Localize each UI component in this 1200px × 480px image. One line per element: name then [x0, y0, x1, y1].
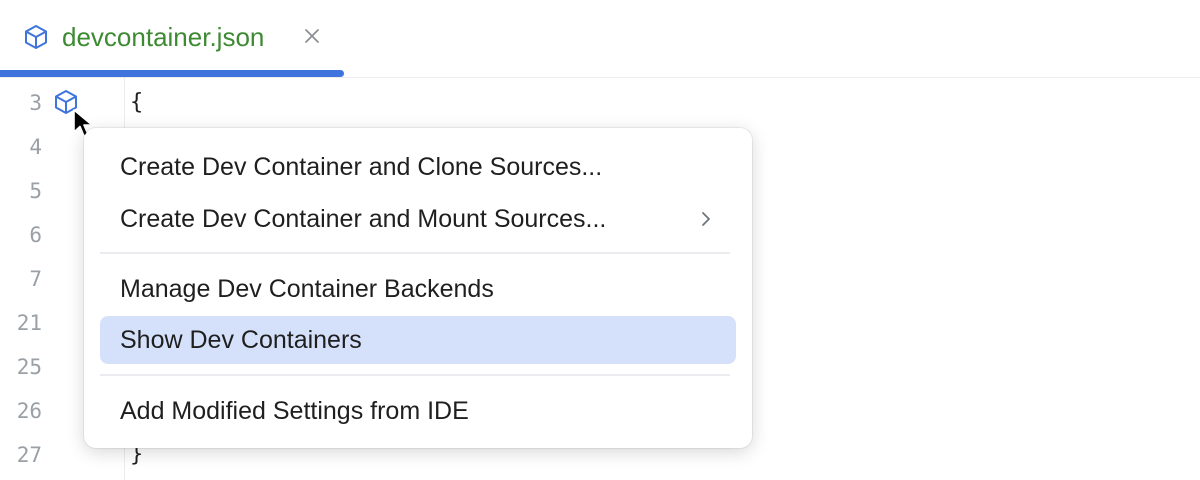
line-number: 21: [16, 311, 42, 335]
active-tab-indicator: [0, 70, 344, 77]
menu-item-label: Show Dev Containers: [120, 326, 362, 354]
line-number: 7: [29, 267, 42, 291]
menu-item-show-dev-containers[interactable]: Show Dev Containers: [100, 316, 736, 364]
line-number: 26: [16, 399, 42, 423]
line-number: 27: [16, 443, 42, 467]
line-number: 5: [29, 179, 42, 203]
ide-window: devcontainer.json 3 4 5 6 7 21 25 26 27: [0, 0, 1200, 480]
tab-devcontainer-json[interactable]: devcontainer.json: [0, 0, 344, 78]
menu-item-create-mount-sources[interactable]: Create Dev Container and Mount Sources..…: [100, 195, 736, 243]
line-number: 6: [29, 223, 42, 247]
line-number: 4: [29, 135, 42, 159]
dev-container-popup-menu: Create Dev Container and Clone Sources..…: [84, 128, 752, 448]
menu-item-label: Manage Dev Container Backends: [120, 275, 494, 303]
cube-icon: [25, 25, 47, 49]
menu-item-manage-backends[interactable]: Manage Dev Container Backends: [100, 265, 736, 313]
close-icon[interactable]: [300, 24, 324, 48]
editor-tab-bar: devcontainer.json: [0, 0, 1200, 78]
menu-separator: [100, 374, 730, 376]
menu-item-add-modified-settings[interactable]: Add Modified Settings from IDE: [100, 387, 736, 435]
menu-item-label: Create Dev Container and Mount Sources..…: [120, 205, 607, 233]
line-number: 3: [29, 91, 42, 115]
tab-title: devcontainer.json: [62, 22, 265, 52]
menu-separator: [100, 252, 730, 254]
code-line-open-brace: {: [130, 90, 144, 115]
menu-item-label: Add Modified Settings from IDE: [120, 397, 469, 425]
menu-item-label: Create Dev Container and Clone Sources..…: [120, 153, 603, 181]
line-number: 25: [16, 355, 42, 379]
menu-item-create-clone-sources[interactable]: Create Dev Container and Clone Sources..…: [100, 143, 736, 191]
chevron-right-icon: [702, 212, 710, 226]
